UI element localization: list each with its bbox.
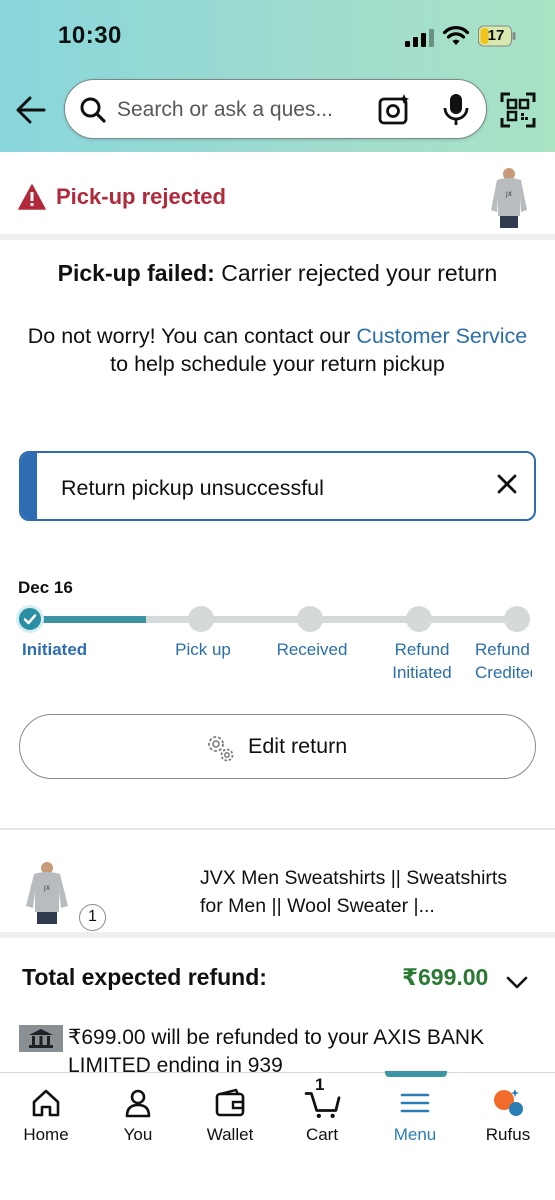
- return-status-title: Pick-up rejected: [56, 184, 226, 209]
- edit-return-button[interactable]: Edit return: [19, 714, 536, 779]
- nav-cart[interactable]: 1 Cart: [282, 1073, 362, 1153]
- failure-message: Pick-up failed: Carrier rejected your re…: [20, 258, 535, 288]
- return-status-row: Pick-up rejected JX: [0, 152, 555, 240]
- home-icon: [32, 1089, 60, 1117]
- alert-banner: Return pickup unsuccessful: [19, 451, 536, 521]
- step-label-initiated: Initiated: [22, 640, 88, 659]
- status-time: 10:30: [58, 22, 122, 49]
- close-icon[interactable]: [492, 469, 522, 499]
- search-input[interactable]: [117, 94, 357, 126]
- step-dot-refund-credited: [504, 606, 530, 632]
- nav-cart-label: Cart: [305, 1125, 339, 1144]
- cellular-signal-icon: [405, 29, 434, 47]
- gear-icon: [208, 736, 234, 762]
- menu-hamburger-icon: [400, 1093, 430, 1113]
- checkmark-icon: [23, 614, 37, 625]
- svg-text:JX: JX: [505, 191, 512, 198]
- step-dot-received: [297, 606, 323, 632]
- quantity-badge: 1: [79, 904, 106, 931]
- step-dot-pickup: [188, 606, 214, 632]
- nav-home-label: Home: [23, 1125, 69, 1144]
- rufus-chat-icon: [494, 1089, 523, 1116]
- tracker-progress: [30, 616, 146, 623]
- nav-home[interactable]: Home: [6, 1073, 86, 1153]
- nav-menu-label: Menu: [393, 1125, 437, 1144]
- battery-level: 17: [487, 27, 505, 44]
- nav-menu[interactable]: Menu: [375, 1073, 455, 1153]
- step-label-refund-credited: Refund Credited: [475, 640, 532, 682]
- wifi-icon: [442, 26, 470, 45]
- failure-message-bold: Pick-up failed:: [57, 260, 215, 286]
- step-label-pickup: Pick up: [175, 640, 231, 659]
- svg-text:JX: JX: [43, 885, 50, 892]
- nav-rufus[interactable]: Rufus: [468, 1073, 548, 1153]
- status-bar: 10:30 17: [0, 0, 555, 70]
- chevron-down-icon[interactable]: [505, 970, 529, 994]
- refund-amount: ₹699.00: [402, 964, 489, 990]
- help-message: Do not worry! You can contact our Custom…: [20, 322, 535, 378]
- nav-you[interactable]: You: [98, 1073, 178, 1153]
- warning-icon: [18, 184, 46, 210]
- search-bar[interactable]: [64, 79, 487, 139]
- nav-wallet[interactable]: Wallet: [190, 1073, 270, 1153]
- nav-you-label: You: [123, 1125, 153, 1144]
- bottom-nav: Home You Wallet 1 Cart Menu Rufus: [0, 1071, 555, 1200]
- product-title[interactable]: JVX Men Sweatshirts || Sweatshirts for M…: [200, 864, 530, 920]
- qr-scan-icon[interactable]: [500, 92, 536, 128]
- alert-accent-bar: [21, 453, 37, 519]
- camera-lens-icon[interactable]: [377, 93, 411, 127]
- cart-count-badge: 1: [315, 1075, 325, 1094]
- product-thumbnail[interactable]: JX: [487, 166, 531, 230]
- step-label-received: Received: [276, 640, 348, 659]
- help-message-post: to help schedule your return pickup: [110, 352, 445, 376]
- step-label-refund-initiated: Refund Initiated: [392, 640, 452, 682]
- step-dot-initiated: [16, 605, 44, 633]
- product-image: JX: [26, 862, 68, 924]
- nav-wallet-label: Wallet: [206, 1125, 254, 1144]
- step-label-clip: Refund Credited: [475, 638, 532, 686]
- search-icon: [80, 97, 106, 123]
- tracker-date: Dec 16: [18, 578, 73, 597]
- wallet-icon: [215, 1088, 245, 1117]
- app-header: 10:30 17: [0, 0, 555, 152]
- alert-text: Return pickup unsuccessful: [61, 476, 324, 500]
- help-message-pre: Do not worry! You can contact our: [27, 324, 357, 348]
- refund-label: Total expected refund:: [22, 964, 267, 990]
- bank-icon: [19, 1025, 63, 1052]
- back-arrow-icon[interactable]: [12, 90, 50, 130]
- edit-return-label: Edit return: [248, 734, 348, 758]
- microphone-icon[interactable]: [441, 92, 471, 128]
- failure-message-line1: Carrier rejected your return: [214, 260, 498, 286]
- product-row[interactable]: JX 1 JVX Men Sweatshirts || Sweatshirts …: [0, 830, 555, 938]
- nav-rufus-label: Rufus: [485, 1125, 531, 1144]
- customer-service-link[interactable]: Customer Service: [356, 324, 527, 348]
- step-dot-refund-initiated: [406, 606, 432, 632]
- person-icon: [125, 1089, 151, 1118]
